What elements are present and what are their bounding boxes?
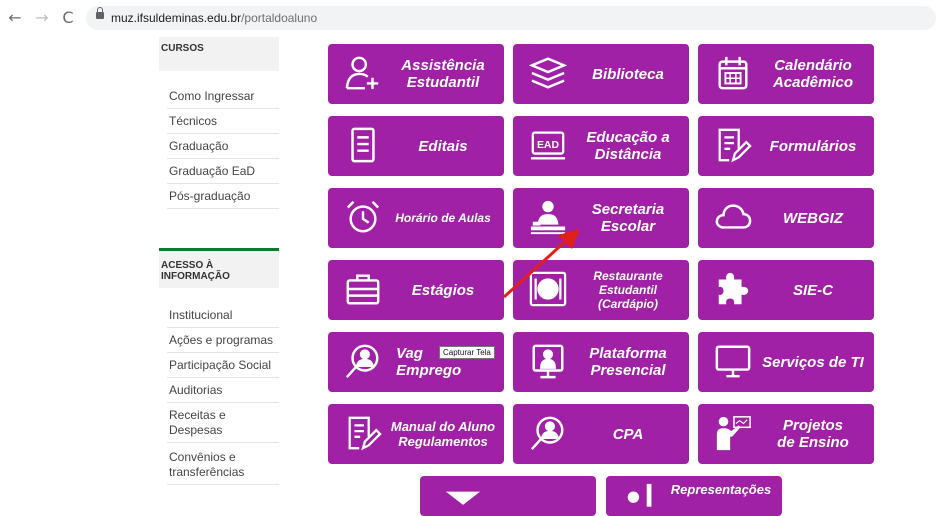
- tile-envelope[interactable]: [420, 476, 596, 516]
- tile-label: Estágios: [411, 281, 475, 299]
- sidebar: CURSOS Como Ingressar Técnicos Graduação…: [159, 37, 279, 498]
- tile-horario-aulas[interactable]: Horário de Aulas: [328, 188, 504, 248]
- tile-plataforma-presencial[interactable]: Plataforma Presencial: [513, 332, 689, 392]
- tile-estagios[interactable]: Estágios: [328, 260, 504, 320]
- heading-acesso-informacao: ACESSO À INFORMAÇÃO: [159, 248, 279, 288]
- forward-arrow-icon[interactable]: →: [34, 9, 50, 27]
- url-text[interactable]: muz.ifsuldeminas.edu.br/portaldoaluno: [111, 10, 317, 26]
- tile-label: SIE-C: [792, 281, 833, 299]
- briefcase-icon: [346, 274, 380, 305]
- heading-cursos: CURSOS: [159, 37, 279, 71]
- sidebar-item-acoes-programas[interactable]: Ações e programas: [167, 328, 279, 353]
- tile-manual-aluno[interactable]: Manual do Aluno Regulamentos: [328, 404, 504, 464]
- envelope-icon: [445, 491, 481, 505]
- url-domain: muz.ifsuldeminas.edu.br: [111, 11, 242, 25]
- tile-label: Horário de Aulas: [395, 211, 491, 225]
- tile-label: Projetos de Ensino: [777, 417, 849, 451]
- tile-label: Serviços de TI: [762, 353, 864, 371]
- sidebar-item-convenios[interactable]: Convênios e transferências: [167, 445, 279, 485]
- teacher-board-icon: [716, 416, 751, 451]
- sidebar-item-como-ingressar[interactable]: Como Ingressar: [167, 84, 279, 109]
- sidebar-item-participacao-social[interactable]: Participação Social: [167, 353, 279, 378]
- sidebar-item-institucional[interactable]: Institucional: [167, 303, 279, 328]
- tile-label: Assistência Estudantil: [401, 57, 485, 91]
- tile-projetos-ensino[interactable]: Projetos de Ensino: [698, 404, 874, 464]
- puzzle-icon: [718, 272, 749, 305]
- lock-icon: [96, 7, 104, 19]
- tile-biblioteca[interactable]: Biblioteca: [513, 44, 689, 104]
- sidebar-item-pos-graduacao[interactable]: Pós-graduação: [167, 184, 279, 209]
- form-edit-icon: [718, 128, 752, 163]
- sidebar-item-auditorias[interactable]: Auditorias: [167, 378, 279, 403]
- tile-label: [480, 476, 590, 516]
- tile-editais[interactable]: Editais: [328, 116, 504, 176]
- tile-label: Biblioteca: [592, 65, 664, 83]
- browser-toolbar: ← → C muz.ifsuldeminas.edu.br/portaldoal…: [0, 0, 939, 37]
- bars-icon: [627, 483, 652, 507]
- tile-label: Plataforma Presencial: [589, 345, 667, 379]
- address-bar[interactable]: muz.ifsuldeminas.edu.br/portaldoaluno: [86, 6, 936, 30]
- tile-label: Manual do Aluno Regulamentos: [390, 419, 496, 449]
- ead-icon: EAD: [530, 131, 566, 160]
- books-icon: [529, 57, 567, 89]
- tile-label: WEBGIZ: [783, 209, 843, 227]
- sidebar-item-tecnicos[interactable]: Técnicos: [167, 109, 279, 134]
- reload-icon[interactable]: C: [60, 9, 76, 27]
- manual-edit-icon: [348, 416, 382, 451]
- tile-formularios[interactable]: Formulários: [698, 116, 874, 176]
- sidebar-item-graduacao-ead[interactable]: Graduação EaD: [167, 159, 279, 184]
- url-path: /portaldoaluno: [241, 11, 318, 25]
- annotation-arrow-icon: [502, 229, 580, 299]
- cloud-icon: [715, 204, 752, 229]
- tile-servicos-ti[interactable]: Serviços de TI: [698, 332, 874, 392]
- tile-educacao-distancia[interactable]: EAD Educação a Distância: [513, 116, 689, 176]
- tile-label: Vag de Emprego: [396, 345, 462, 379]
- tile-calendario-academico[interactable]: Calendário Acadêmico: [698, 44, 874, 104]
- tile-label: Editais: [418, 137, 468, 155]
- tile-webgiz[interactable]: WEBGIZ: [698, 188, 874, 248]
- alarm-clock-icon: [346, 200, 380, 233]
- monitor-icon: [715, 345, 751, 378]
- tile-vagas-emprego[interactable]: Vag de Emprego: [328, 332, 504, 392]
- document-icon: [351, 127, 375, 163]
- tooltip: Capturar Tela: [439, 346, 495, 359]
- tile-label: Educação a Distância: [586, 129, 670, 163]
- tile-label: Representações: [670, 482, 772, 497]
- svg-text:EAD: EAD: [537, 140, 559, 151]
- user-add-icon: [345, 56, 379, 90]
- tile-representacoes[interactable]: Representações: [606, 476, 782, 516]
- back-arrow-icon[interactable]: ←: [7, 9, 23, 27]
- tile-label: CPA: [612, 425, 644, 443]
- user-search-icon: [345, 344, 379, 378]
- tile-label: Calendário Acadêmico: [772, 57, 854, 91]
- presenter-icon: [532, 344, 564, 379]
- user-search-icon: [530, 416, 564, 450]
- sidebar-item-receitas-despesas[interactable]: Receitas e Despesas: [167, 403, 279, 443]
- calendar-icon: [718, 56, 748, 90]
- tile-sie-c[interactable]: SIE-C: [698, 260, 874, 320]
- tile-assistencia-estudantil[interactable]: Assistência Estudantil: [328, 44, 504, 104]
- tile-label: Formulários: [769, 137, 857, 155]
- tile-cpa[interactable]: CPA: [513, 404, 689, 464]
- sidebar-item-graduacao[interactable]: Graduação: [167, 134, 279, 159]
